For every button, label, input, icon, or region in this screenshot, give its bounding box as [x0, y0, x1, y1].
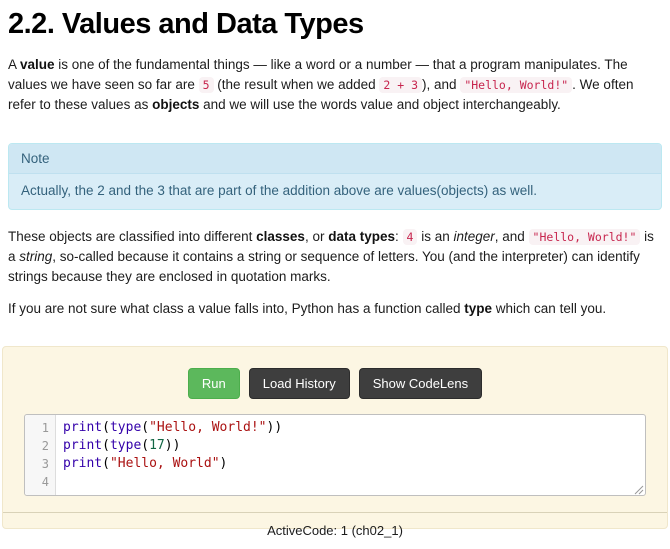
text: (the result when we added	[214, 77, 380, 92]
note-body: Actually, the 2 and the 3 that are part …	[9, 174, 661, 209]
text: , and	[495, 229, 529, 244]
bold-text: data types	[328, 229, 395, 244]
text: If you are not sure what class a value f…	[8, 301, 464, 316]
line-number: 1	[25, 419, 55, 437]
paragraph-type-function: If you are not sure what class a value f…	[8, 299, 662, 319]
text: A	[8, 57, 20, 72]
note-title: Note	[9, 144, 661, 174]
activecode-caption: ActiveCode: 1 (ch02_1)	[3, 512, 667, 549]
code-text: print(type(17))	[55, 437, 180, 455]
code-line[interactable]: 3print("Hello, World")	[25, 455, 645, 473]
activecode-widget: Run Load History Show CodeLens 1print(ty…	[2, 346, 668, 530]
code-editor[interactable]: 1print(type("Hello, World!"))2print(type…	[24, 414, 646, 496]
paragraph-classes: These objects are classified into differ…	[8, 227, 662, 287]
italic-text: integer	[453, 229, 494, 244]
italic-text: string	[19, 249, 52, 264]
show-codelens-button[interactable]: Show CodeLens	[359, 368, 482, 399]
page-title: 2.2. Values and Data Types	[8, 8, 662, 41]
run-button[interactable]: Run	[188, 368, 240, 399]
line-number: 3	[25, 455, 55, 473]
text: , or	[305, 229, 328, 244]
code-text: print(type("Hello, World!"))	[55, 419, 282, 437]
bold-text: classes	[256, 229, 305, 244]
bold-text: type	[464, 301, 492, 316]
text: is an	[417, 229, 453, 244]
code-text: print("Hello, World")	[55, 455, 227, 473]
paragraph-intro: A value is one of the fundamental things…	[8, 55, 662, 115]
editor-resize-handle[interactable]	[632, 482, 644, 494]
text: , so-called because it contains a string…	[8, 249, 640, 284]
page: 2.2. Values and Data Types A value is on…	[0, 0, 670, 529]
text: :	[395, 229, 403, 244]
code-text	[55, 473, 63, 491]
bold-text: value	[20, 57, 55, 72]
bold-text: objects	[152, 97, 199, 112]
note-admonition: Note Actually, the 2 and the 3 that are …	[8, 143, 662, 210]
resize-grip-icon	[632, 483, 644, 495]
line-number: 2	[25, 437, 55, 455]
code-text: 4	[403, 229, 418, 245]
text: which can tell you.	[492, 301, 606, 316]
activecode-toolbar: Run Load History Show CodeLens	[3, 368, 667, 399]
code-text: "Hello, World!"	[529, 229, 641, 245]
line-number: 4	[25, 473, 55, 491]
code-text: 2 + 3	[379, 77, 422, 93]
load-history-button[interactable]: Load History	[249, 368, 350, 399]
text: ), and	[422, 77, 460, 92]
text: and we will use the words value and obje…	[199, 97, 560, 112]
code-line[interactable]: 4	[25, 473, 645, 491]
code-line[interactable]: 1print(type("Hello, World!"))	[25, 419, 645, 437]
code-line[interactable]: 2print(type(17))	[25, 437, 645, 455]
code-text: "Hello, World!"	[460, 77, 572, 93]
code-lines[interactable]: 1print(type("Hello, World!"))2print(type…	[25, 415, 645, 495]
text: These objects are classified into differ…	[8, 229, 256, 244]
code-text: 5	[199, 77, 214, 93]
